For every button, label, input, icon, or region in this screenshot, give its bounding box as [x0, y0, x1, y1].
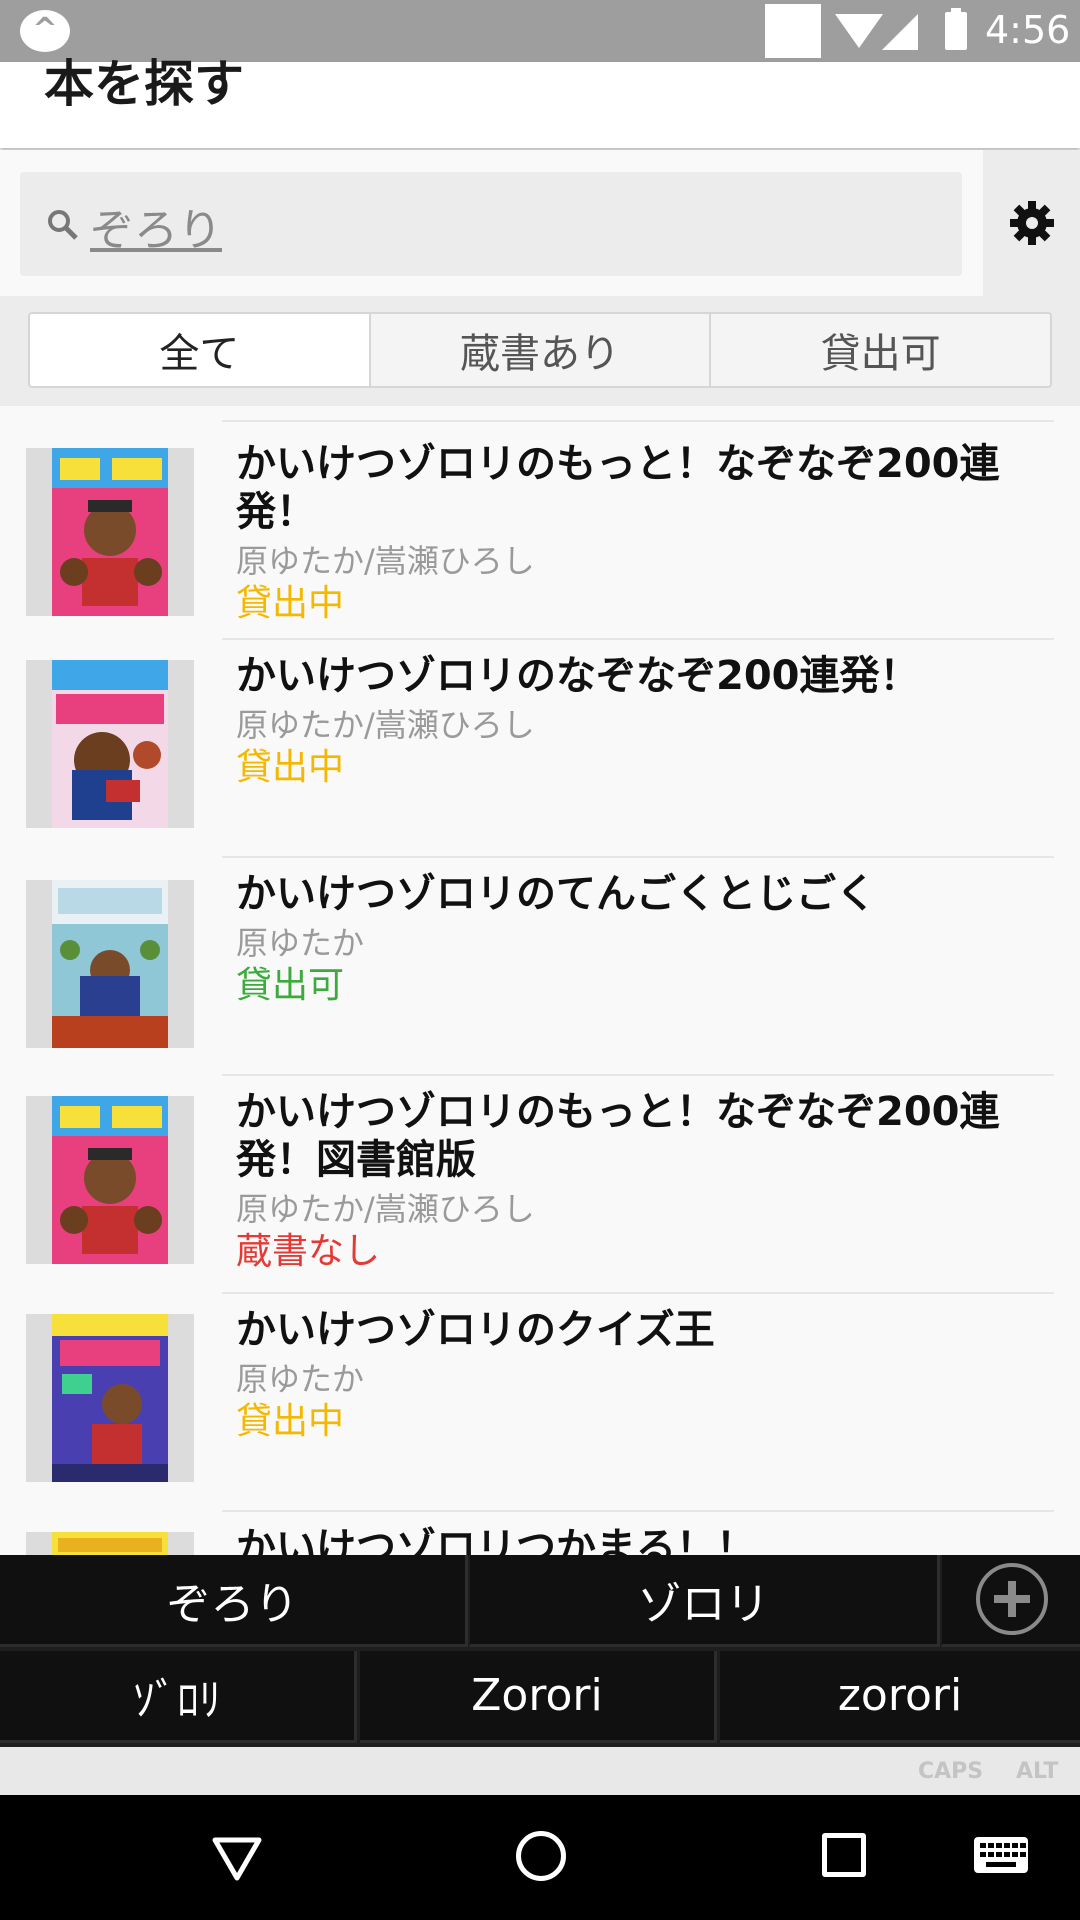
- signal-icon: [882, 14, 918, 50]
- status-time: 4:56: [985, 8, 1071, 52]
- divider: [222, 1074, 1054, 1076]
- book-status: 蔵書なし: [236, 1231, 381, 1272]
- ime-candidate[interactable]: Zorori: [360, 1651, 717, 1743]
- ime-candidate[interactable]: ゾロリ: [470, 1555, 940, 1647]
- search-area: ぞろり: [0, 150, 983, 296]
- plus-icon[interactable]: [976, 1563, 1048, 1635]
- book-cover-image: [52, 1096, 168, 1264]
- divider: [222, 638, 1054, 640]
- book-cover-image: [52, 448, 168, 616]
- page-title: 本を探す: [44, 55, 244, 113]
- nav-bar: [0, 1795, 1080, 1920]
- divider: [222, 420, 1054, 422]
- book-list: かいけつゾロリのもっと！なぞなぞ200連発！ 原ゆたか/嵩瀬ひろし 貸出中 かい…: [0, 420, 1080, 1555]
- filter-tabs-band: 全て 蔵書あり 貸出可: [0, 296, 1080, 406]
- recents-icon[interactable]: [822, 1833, 866, 1877]
- gear-icon[interactable]: [1007, 198, 1057, 248]
- book-cover: [26, 1314, 194, 1482]
- notification-square-icon: [765, 4, 821, 58]
- book-cover: [26, 880, 194, 1048]
- book-status: 貸出可: [236, 965, 345, 1006]
- search-input[interactable]: ぞろり: [20, 172, 962, 276]
- book-cover-image: [52, 880, 168, 1048]
- ime-row: ｿﾞﾛﾘ Zorori zorori: [0, 1651, 1080, 1743]
- list-item[interactable]: かいけつゾロリのもっと！なぞなぞ200連発！図書館版 原ゆたか/嵩瀬ひろし 蔵書…: [0, 1074, 1080, 1292]
- battery-icon: [945, 8, 967, 50]
- ime-candidate[interactable]: ぞろり: [0, 1555, 468, 1647]
- home-icon[interactable]: [516, 1831, 566, 1881]
- book-cover-image: [52, 1532, 168, 1555]
- search-query: ぞろり: [90, 205, 222, 256]
- book-cover: [26, 1096, 194, 1264]
- book-title: かいけつゾロリのてんごくとじごく: [236, 871, 876, 917]
- divider: [222, 1292, 1054, 1294]
- book-title: かいけつゾロリつかまる！！: [236, 1525, 756, 1555]
- tab-in-collection[interactable]: 蔵書あり: [368, 314, 710, 386]
- list-item[interactable]: かいけつゾロリつかまる！！: [0, 1510, 1080, 1555]
- ime-candidate[interactable]: ｿﾞﾛﾘ: [0, 1651, 357, 1743]
- book-title: かいけつゾロリのもっと！なぞなぞ200連発！: [236, 441, 1000, 535]
- app-bar: 本を探す: [0, 55, 1080, 148]
- settings-area: [983, 150, 1080, 296]
- alt-label: ALT: [1016, 1759, 1059, 1784]
- ime-row: ぞろり ゾロリ: [0, 1555, 1080, 1647]
- book-title: かいけつゾロリのクイズ王: [236, 1307, 715, 1353]
- book-title: かいけつゾロリのもっと！なぞなぞ200連発！図書館版: [236, 1089, 1000, 1183]
- list-item[interactable]: かいけつゾロリのなぞなぞ200連発！ 原ゆたか/嵩瀬ひろし 貸出中: [0, 638, 1080, 856]
- ime-modifier-bar: CAPS ALT: [0, 1747, 1080, 1795]
- ime-candidate[interactable]: zorori: [720, 1651, 1080, 1743]
- book-cover: [26, 660, 194, 828]
- divider: [222, 1510, 1054, 1512]
- book-cover: [26, 448, 194, 616]
- book-cover-image: [52, 1314, 168, 1482]
- ime-candidates: ぞろり ゾロリ ｿﾞﾛﾘ Zorori zorori CAPS ALT: [0, 1555, 1080, 1795]
- wifi-icon: [835, 14, 883, 48]
- back-icon[interactable]: [212, 1837, 262, 1881]
- list-item[interactable]: かいけつゾロリのてんごくとじごく 原ゆたか 貸出可: [0, 856, 1080, 1074]
- book-status: 貸出中: [236, 583, 345, 624]
- book-cover-image: [52, 660, 168, 828]
- book-status: 貸出中: [236, 1401, 345, 1442]
- book-title: かいけつゾロリのなぞなぞ200連発！: [236, 653, 920, 699]
- book-cover: [26, 1532, 194, 1555]
- caps-label: CAPS: [918, 1759, 984, 1784]
- keyboard-icon[interactable]: [974, 1837, 1028, 1873]
- search-icon: [48, 210, 78, 240]
- filter-tabs: 全て 蔵書あり 貸出可: [28, 312, 1052, 388]
- list-item[interactable]: かいけつゾロリのクイズ王 原ゆたか 貸出中: [0, 1292, 1080, 1510]
- divider: [222, 856, 1054, 858]
- tab-available[interactable]: 貸出可: [709, 314, 1050, 386]
- list-item[interactable]: かいけつゾロリのもっと！なぞなぞ200連発！ 原ゆたか/嵩瀬ひろし 貸出中: [0, 420, 1080, 638]
- book-status: 貸出中: [236, 747, 345, 788]
- tab-all[interactable]: 全て: [30, 314, 369, 386]
